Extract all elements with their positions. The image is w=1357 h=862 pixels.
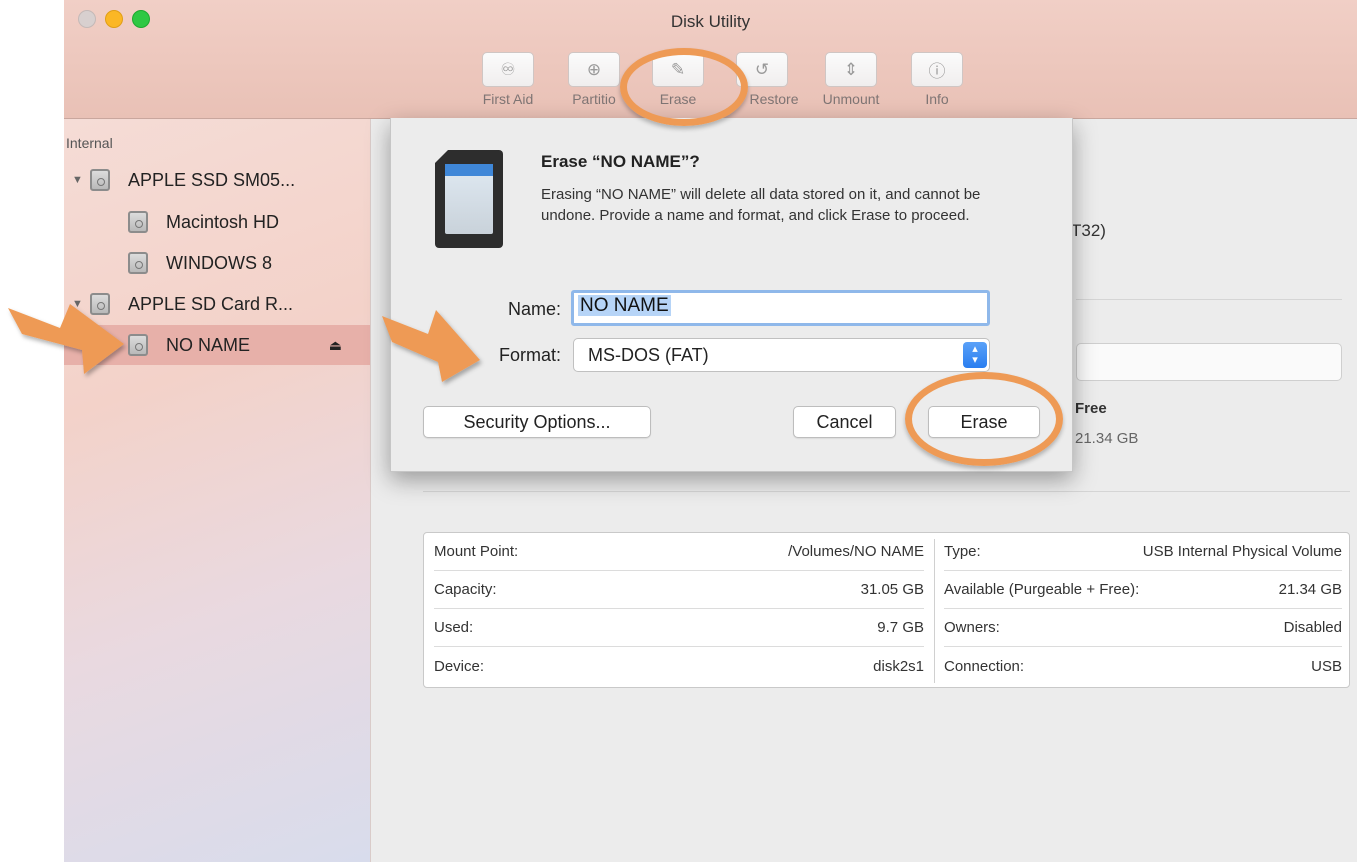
first-aid-button[interactable]: ♾ [482, 52, 534, 87]
format-select-value: MS-DOS (FAT) [588, 344, 709, 365]
divider [1076, 299, 1342, 300]
sidebar: Internal ▼ APPLE SSD SM05... Macintosh H… [64, 119, 371, 862]
info-value: USB Internal Physical Volume [1142, 543, 1342, 560]
sidebar-item-label: APPLE SD Card R... [128, 293, 294, 314]
format-fragment: T32) [1071, 221, 1106, 240]
info-row-available: Available (Purgeable + Free): 21.34 GB [944, 571, 1342, 609]
window-title: Disk Utility [670, 12, 751, 31]
info-key: Type: [944, 543, 981, 560]
info-key: Mount Point: [434, 543, 519, 560]
usage-bar [1076, 343, 1342, 381]
unmount-label: Unmount [822, 91, 880, 107]
info-key: Available (Purgeable + Free): [944, 581, 1140, 598]
info-key: Capacity: [434, 581, 497, 598]
sidebar-item-no-name[interactable]: NO NAME ⏏ [128, 328, 368, 362]
partition-button[interactable]: ⊕ [568, 52, 620, 87]
security-options-button[interactable]: Security Options... [423, 406, 651, 438]
hard-disk-icon [90, 169, 110, 191]
info-key: Owners: [944, 619, 1000, 636]
info-value: 9.7 GB [877, 619, 924, 636]
disclosure-triangle-icon[interactable]: ▼ [72, 174, 90, 186]
eject-icon[interactable]: ⏏ [329, 337, 342, 354]
info-label: Info [925, 91, 949, 107]
info-value: USB [1311, 657, 1342, 675]
info-value: 21.34 GB [1278, 581, 1342, 598]
annotation-arrow-format [382, 310, 480, 382]
chevron-up-down-icon[interactable]: ▴ ▾ [963, 342, 987, 368]
dialog-title: Erase “NO NAME”? [541, 152, 700, 171]
info-value: /Volumes/NO NAME [788, 543, 924, 560]
sidebar-item-label: WINDOWS 8 [166, 252, 272, 273]
unmount-button[interactable]: ⇕ [825, 52, 877, 87]
sidebar-item-label: Macintosh HD [166, 211, 280, 232]
info-key: Device: [434, 657, 485, 675]
info-value: disk2s1 [873, 657, 924, 675]
restore-icon: ↺ [754, 59, 770, 79]
name-field-value: NO NAME [578, 295, 671, 316]
column-separator [934, 539, 935, 683]
first-aid-label: First Aid [482, 91, 534, 107]
stethoscope-icon: ♾ [500, 59, 516, 79]
info-row-capacity: Capacity: 31.05 GB [434, 571, 924, 609]
info-row-type: Type: USB Internal Physical Volume [944, 533, 1342, 571]
info-icon: ⓘ [928, 62, 946, 81]
free-value: 21.34 GB [1075, 430, 1139, 447]
free-label: Free [1075, 400, 1107, 417]
cancel-button[interactable]: Cancel [793, 406, 896, 438]
sidebar-section-internal: Internal [66, 135, 113, 151]
format-select[interactable]: MS-DOS (FAT) ▴ ▾ [573, 338, 990, 372]
sidebar-item-windows-8[interactable]: WINDOWS 8 [128, 246, 272, 280]
sidebar-item-macintosh-hd[interactable]: Macintosh HD [128, 205, 279, 239]
info-value: 31.05 GB [860, 581, 924, 598]
info-value: Disabled [1283, 619, 1342, 636]
info-table: Mount Point: /Volumes/NO NAME Capacity: … [423, 532, 1350, 688]
sidebar-item-label: NO NAME [166, 334, 251, 355]
volume-icon [128, 211, 148, 233]
info-row-connection: Connection: USB [944, 647, 1342, 685]
divider [423, 491, 1350, 492]
info-row-mount-point: Mount Point: /Volumes/NO NAME [434, 533, 924, 571]
volume-icon [128, 334, 148, 356]
annotation-ring-erase-button [905, 372, 1063, 466]
info-row-device: Device: disk2s1 [434, 647, 924, 685]
dialog-message: Erasing “NO NAME” will delete all data s… [541, 186, 981, 224]
info-button[interactable]: ⓘ [911, 52, 963, 87]
partition-icon: ⊕ [586, 59, 602, 79]
annotation-ring-erase-toolbar [620, 48, 748, 126]
name-field[interactable]: NO NAME [571, 290, 990, 326]
sidebar-item-label: APPLE SSD SM05... [128, 169, 296, 190]
unmount-icon: ⇕ [843, 59, 859, 79]
annotation-arrow-sidebar [8, 304, 124, 374]
volume-icon [128, 252, 148, 274]
sidebar-item-apple-ssd[interactable]: ▼ APPLE SSD SM05... [72, 163, 295, 197]
info-key: Used: [434, 619, 474, 636]
info-key: Connection: [944, 657, 1025, 675]
sd-card-icon [434, 150, 503, 248]
info-row-used: Used: 9.7 GB [434, 609, 924, 647]
info-row-owners: Owners: Disabled [944, 609, 1342, 647]
